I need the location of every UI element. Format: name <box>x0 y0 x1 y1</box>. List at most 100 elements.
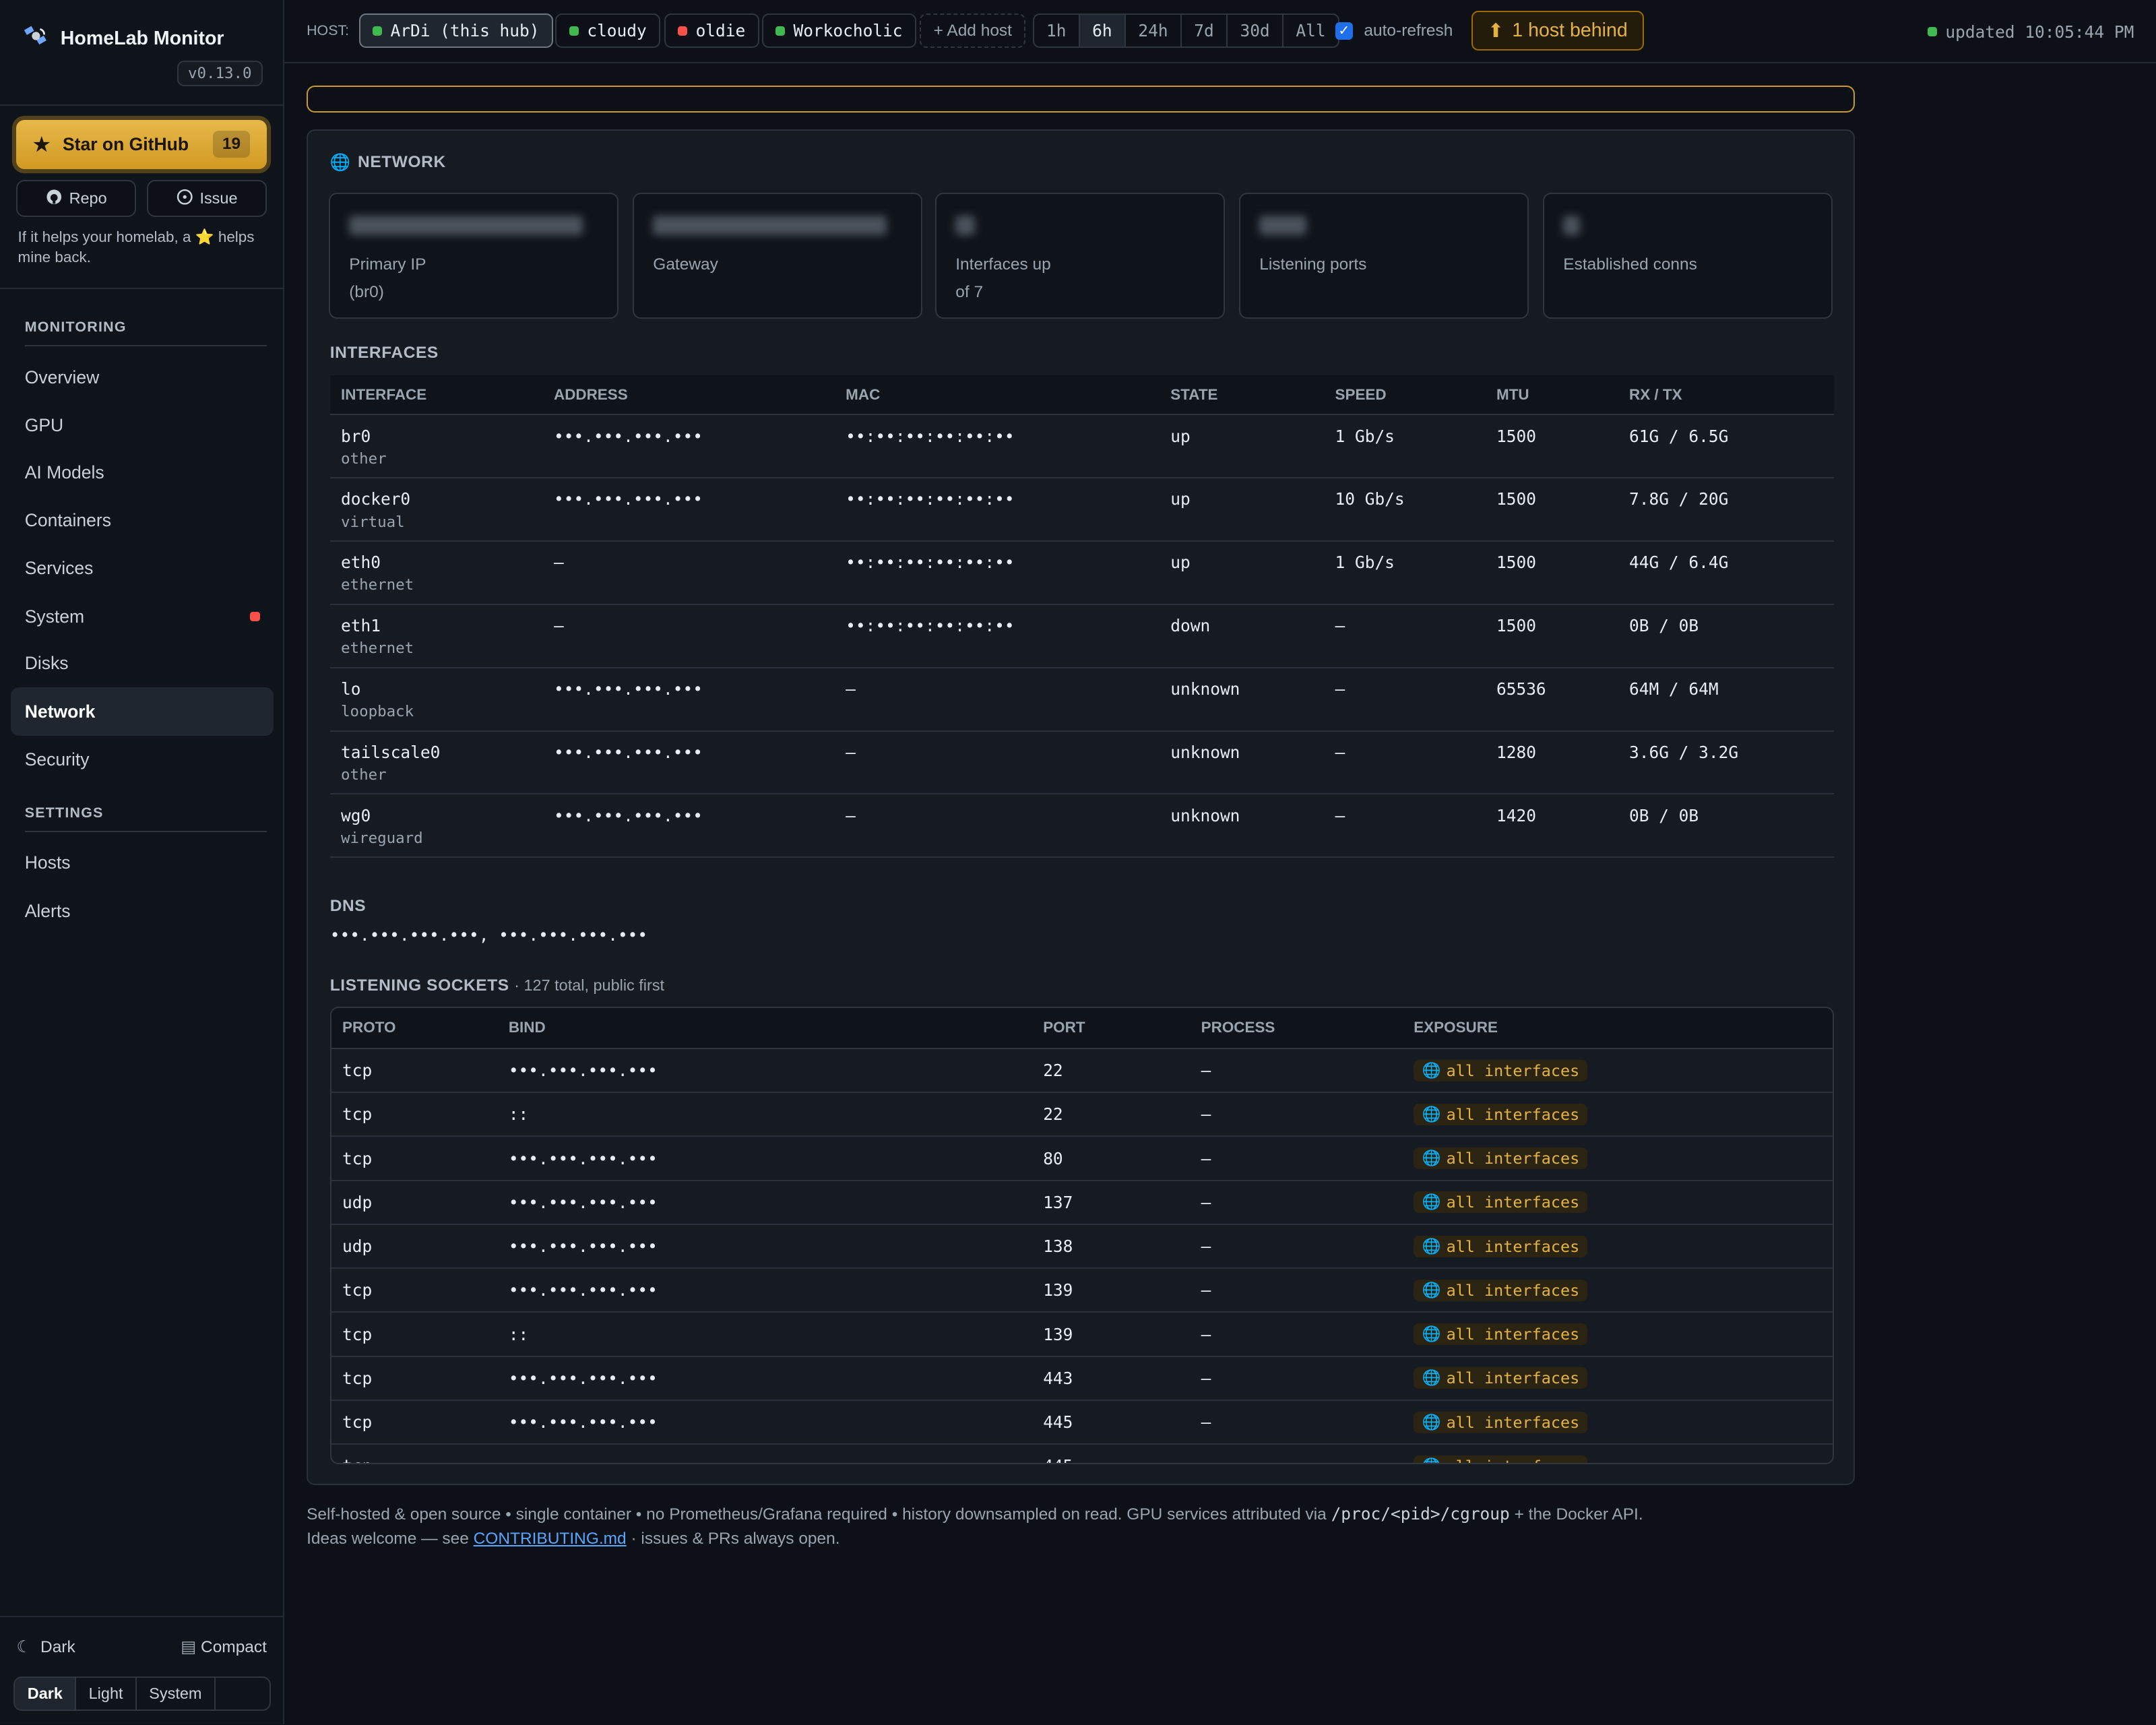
exposure-label: all interfaces <box>1446 1193 1580 1212</box>
range-option-1h[interactable]: 1h <box>1034 15 1080 47</box>
range-option-30d[interactable]: 30d <box>1228 15 1284 47</box>
issue-button[interactable]: Issue <box>147 180 267 218</box>
interface-state: unknown <box>1159 794 1325 858</box>
host-name: Workocholic <box>793 21 903 41</box>
auto-refresh-checkbox[interactable]: ✓ <box>1335 22 1354 40</box>
repo-button[interactable]: Repo <box>16 180 137 218</box>
star-on-github-button[interactable]: ★ Star on GitHub 19 <box>16 119 267 170</box>
sidebar-item-overview[interactable]: Overview <box>11 353 274 401</box>
host-behind-button[interactable]: ⬆ 1 host behind <box>1471 11 1645 51</box>
interface-rxtx: 61G / 6.5G <box>1618 414 1835 479</box>
column-header-mtu: MTU <box>1485 375 1618 416</box>
socket-row: tcp:: 22— 🌐 all interfaces <box>331 1092 1833 1137</box>
sidebar-item-label: Network <box>24 701 96 722</box>
interface-mac: ••:••:••:••:••:•• <box>834 414 1160 479</box>
host-chip-oldie[interactable]: oldie <box>664 13 759 49</box>
socket-process: — <box>1190 1180 1403 1225</box>
host-chip-cloudy[interactable]: cloudy <box>555 13 661 49</box>
socket-row: tcp::445—🌐 all interfaces <box>331 1444 1833 1464</box>
sidebar-item-label: AI Models <box>24 462 104 482</box>
host-chip-ardi-this-hub[interactable]: ArDi (this hub) <box>358 13 553 49</box>
sidebar-footer: ☾ Dark ▤ Compact <box>16 1637 266 1657</box>
host-status-dot <box>373 26 383 36</box>
theme-option-dark[interactable]: Dark <box>15 1677 77 1710</box>
socket-bind: :: <box>497 1444 1032 1464</box>
interface-mtu: 65536 <box>1485 667 1618 732</box>
globe-icon: 🌐 <box>1422 1369 1441 1387</box>
column-header-bind: BIND <box>497 1007 1032 1050</box>
range-option-6h[interactable]: 6h <box>1079 15 1126 47</box>
interface-cell: eth0 ethernet <box>329 540 543 605</box>
divider <box>0 287 284 289</box>
interface-kind: ethernet <box>341 639 414 658</box>
sidebar: HomeLab Monitor v0.13.0 ★ Star on GitHub… <box>0 0 285 1725</box>
column-header-exposure: EXPOSURE <box>1402 1007 1833 1050</box>
sidebar-item-label: Containers <box>24 509 111 530</box>
stat-label: Interfaces up of 7 <box>955 251 1050 307</box>
range-option-7d[interactable]: 7d <box>1182 15 1228 47</box>
socket-bind: •••.•••.•••.••• <box>497 1268 1032 1313</box>
redacted-value <box>653 216 887 235</box>
version-badge: v0.13.0 <box>177 60 263 86</box>
brand[interactable]: HomeLab Monitor <box>22 22 224 55</box>
socket-port: 22 <box>1032 1092 1191 1137</box>
sidebar-item-security[interactable]: Security <box>11 736 274 784</box>
sockets-table: PROTO BIND PORT PROCESS EXPOSURE tcp •••.•••.… <box>331 1007 1833 1464</box>
exposure-label: all interfaces <box>1447 1457 1580 1464</box>
globe-icon: 🌐 <box>1422 1325 1441 1344</box>
globe-icon: 🌐 <box>1422 1193 1441 1212</box>
contributing-link[interactable]: CONTRIBUTING.md <box>474 1530 627 1548</box>
add-host-button[interactable]: + Add host <box>920 13 1026 49</box>
sidebar-item-alerts[interactable]: Alerts <box>11 887 274 935</box>
host-name: cloudy <box>587 21 647 41</box>
interface-row: br0 other •••.•••.•••.••• ••:••:••:••:••:••… <box>329 414 1835 479</box>
sidebar-item-disks[interactable]: Disks <box>11 639 274 687</box>
sidebar-item-containers[interactable]: Containers <box>11 497 274 544</box>
socket-proto: tcp <box>331 1444 498 1464</box>
sockets-table-container[interactable]: PROTO BIND PORT PROCESS EXPOSURE tcp •••.•••.… <box>329 1006 1835 1465</box>
interface-address: •••.•••.•••.••• <box>542 667 835 732</box>
interface-rxtx: 7.8G / 20G <box>1618 478 1835 542</box>
updated-label: updated 10:05:44 PM <box>1945 22 2134 42</box>
sidebar-item-system[interactable]: System <box>11 593 274 641</box>
interface-speed: 10 Gb/s <box>1324 478 1486 542</box>
interface-address: •••.•••.•••.••• <box>542 730 835 795</box>
theme-option-light[interactable]: Light <box>76 1677 137 1710</box>
sidebar-item-ai-models[interactable]: AI Models <box>11 448 274 496</box>
socket-process: — <box>1190 1444 1403 1464</box>
range-option-24h[interactable]: 24h <box>1126 15 1182 47</box>
theme-option-system[interactable]: System <box>137 1677 216 1710</box>
interface-rxtx: 64M / 64M <box>1618 667 1835 732</box>
socket-proto: tcp <box>331 1356 498 1401</box>
socket-process: — <box>1190 1312 1403 1357</box>
exposure-label: all interfaces <box>1446 1236 1580 1256</box>
socket-proto: udp <box>331 1224 498 1269</box>
host-chip-workocholic[interactable]: Workocholic <box>761 13 916 49</box>
issue-icon <box>177 189 193 209</box>
upgrade-arrow-icon: ⬆ <box>1488 20 1504 42</box>
socket-proto: tcp <box>331 1136 498 1181</box>
sidebar-item-label: System <box>24 606 85 627</box>
compact-toggle[interactable]: ▤ Compact <box>181 1637 267 1657</box>
dark-mode-toggle[interactable]: ☾ Dark <box>16 1637 75 1657</box>
range-option-all[interactable]: All <box>1283 15 1338 46</box>
sidebar-item-network[interactable]: Network <box>11 687 274 736</box>
sidebar-item-gpu[interactable]: GPU <box>11 402 274 449</box>
theme-selector: Dark Light System <box>13 1676 272 1711</box>
exposure-label: all interfaces <box>1446 1325 1580 1344</box>
socket-row: tcp •••.•••.•••.••• 139— 🌐 all interfaces <box>331 1268 1833 1313</box>
stat-card-interfaces-up: Interfaces up of 7 <box>934 192 1226 319</box>
sidebar-item-label: Alerts <box>24 900 71 921</box>
interface-address: — <box>542 604 835 668</box>
status-dot <box>1927 27 1938 37</box>
interface-kind: other <box>341 449 387 468</box>
auto-refresh-label: auto-refresh <box>1364 21 1453 40</box>
footer-text: Self-hosted & open source • single conta… <box>307 1505 1327 1524</box>
socket-exposure: 🌐 all interfaces <box>1402 1136 1833 1181</box>
sidebar-item-services[interactable]: Services <box>11 544 274 592</box>
interface-address: •••.•••.•••.••• <box>542 794 835 858</box>
exposure-label: all interfaces <box>1446 1369 1580 1388</box>
sidebar-item-hosts[interactable]: Hosts <box>11 839 274 887</box>
stat-sub-text: of 7 <box>955 283 984 302</box>
auto-refresh-toggle[interactable]: ✓ auto-refresh <box>1335 13 1453 48</box>
